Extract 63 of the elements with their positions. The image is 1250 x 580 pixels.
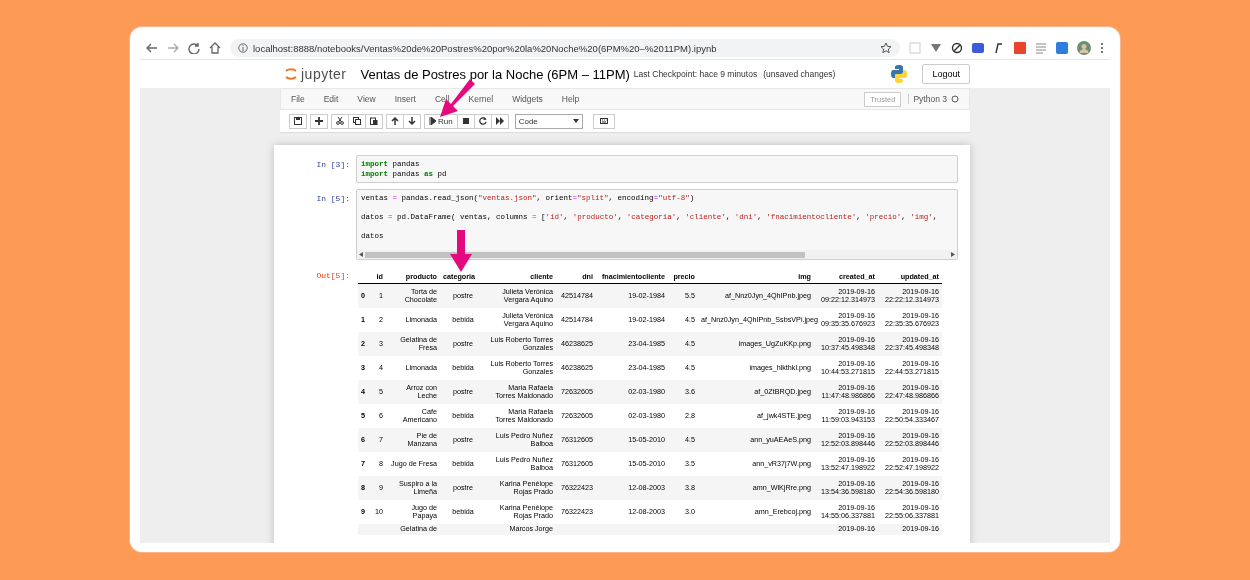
- run-icon: [429, 117, 436, 125]
- keyboard-button[interactable]: [592, 113, 615, 129]
- fast-forward-button[interactable]: [490, 113, 509, 129]
- logout-button[interactable]: Logout: [922, 64, 970, 84]
- stop-icon: [461, 117, 470, 125]
- cut-button[interactable]: [331, 113, 349, 129]
- menu-item[interactable]: Edit: [323, 94, 339, 104]
- move-up-button[interactable]: [386, 113, 404, 129]
- kernel-name[interactable]: Python 3: [913, 94, 947, 104]
- copy-button[interactable]: [348, 113, 366, 129]
- copy-icon: [353, 117, 361, 125]
- extension-icon[interactable]: [993, 42, 1005, 54]
- menu-item[interactable]: Widgets: [512, 94, 543, 104]
- logo-icon[interactable]: [284, 66, 298, 82]
- run-button[interactable]: Run: [424, 113, 458, 129]
- input-prompt: In [5]:: [315, 193, 351, 205]
- checkpoint-text: Last Checkpoint: hace 9 minutos: [633, 69, 758, 79]
- scroll-right-icon[interactable]: [951, 252, 955, 257]
- home-icon[interactable]: [209, 42, 221, 54]
- keyboard-icon: [599, 117, 608, 125]
- menu-item[interactable]: File: [291, 94, 305, 104]
- menu-item[interactable]: Kernel: [468, 94, 494, 104]
- restart-button[interactable]: [473, 113, 492, 129]
- input-prompt: In [3]:: [315, 159, 351, 171]
- restart-icon: [478, 117, 487, 125]
- menu-item[interactable]: Insert: [394, 94, 416, 104]
- extension-icon[interactable]: [951, 42, 963, 54]
- code-cell[interactable]: [356, 189, 958, 260]
- paste-button[interactable]: [365, 113, 383, 129]
- move-up-icon: [391, 117, 399, 125]
- kernel-status-icon: [951, 95, 959, 103]
- logo-icon: [890, 64, 909, 84]
- scroll-left-icon[interactable]: [359, 252, 363, 257]
- menu-icon[interactable]: [1100, 42, 1104, 54]
- notebook-title[interactable]: Ventas de Postres por la Noche (6PM – 11PM): [360, 66, 630, 82]
- output-prompt: Out[5]:: [315, 270, 351, 282]
- address-bar[interactable]: localhost:8888/notebooks/Ventas%20de%20Postres%20por%20la%20Noche%20(6PM%20–%2011PM).ipynb: [230, 39, 900, 57]
- save-button[interactable]: [289, 113, 307, 129]
- move-down-icon: [408, 117, 416, 125]
- extension-icon[interactable]: [972, 42, 984, 54]
- logo-text[interactable]: jupyter: [301, 66, 347, 82]
- scrollbar-thumb[interactable]: [365, 251, 805, 258]
- save-icon: [294, 117, 302, 125]
- stop-button[interactable]: [456, 113, 475, 129]
- cell-type-dropdown[interactable]: Code: [514, 113, 583, 129]
- cut-icon: [336, 117, 344, 125]
- move-down-button[interactable]: [403, 113, 421, 129]
- caret-icon: [572, 119, 579, 123]
- reload-icon[interactable]: [188, 42, 200, 54]
- save-status: (unsaved changes): [763, 69, 836, 79]
- star-icon[interactable]: [880, 42, 892, 54]
- add-cell-button[interactable]: [310, 113, 328, 129]
- url-text: localhost:8888/notebooks/Ventas%20de%20Postres%20por%20la%20Noche%20(6PM%20–%2011PM).ipynb: [253, 42, 717, 54]
- pointer-arrow: [450, 230, 472, 272]
- paste-icon: [370, 117, 378, 125]
- menu-item[interactable]: Help: [561, 94, 580, 104]
- back-icon[interactable]: [146, 42, 158, 54]
- add-cell-icon: [315, 117, 323, 125]
- fast-forward-icon: [495, 117, 504, 125]
- info-icon[interactable]: [238, 43, 248, 53]
- menu-item[interactable]: View: [357, 94, 376, 104]
- horizontal-scrollbar[interactable]: [357, 250, 957, 259]
- avatar-icon[interactable]: [1077, 41, 1091, 55]
